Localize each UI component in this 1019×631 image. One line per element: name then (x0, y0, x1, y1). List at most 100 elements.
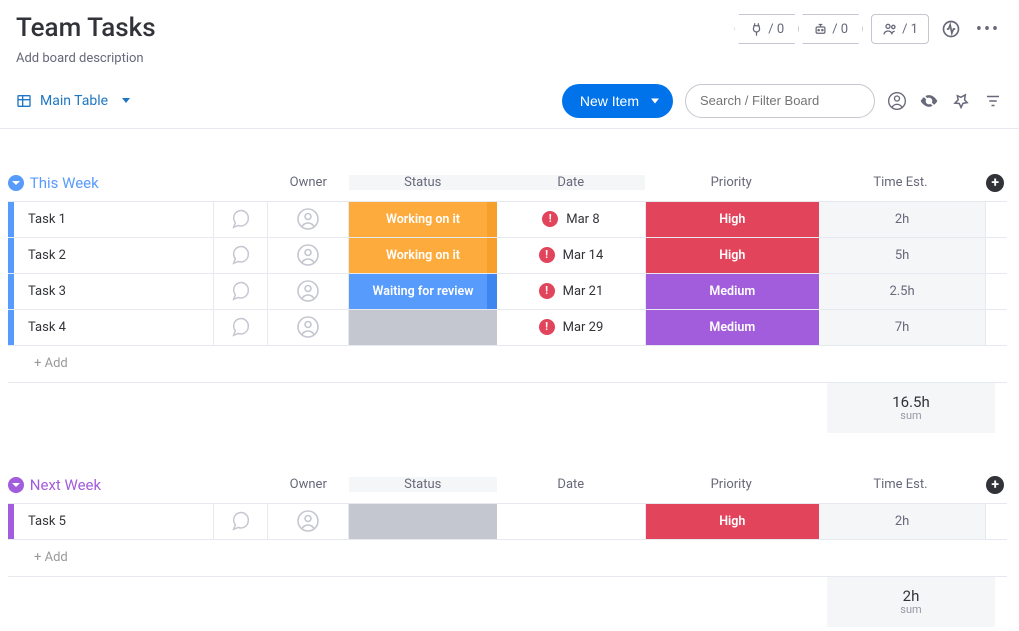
automations-count: / 0 (832, 22, 848, 37)
members-button[interactable]: / 1 (871, 14, 929, 44)
status-cell[interactable]: Working on it (349, 238, 497, 273)
time-cell[interactable]: 2h (819, 504, 985, 539)
status-cell[interactable] (349, 504, 497, 539)
priority-cell[interactable]: High (646, 202, 819, 237)
activity-button[interactable] (937, 14, 965, 44)
board-description[interactable]: Add board description (16, 51, 156, 66)
date-cell[interactable] (497, 504, 645, 539)
column-header-priority[interactable]: Priority (645, 175, 818, 190)
filter-icon (984, 92, 1002, 110)
status-fold-accent (487, 202, 497, 237)
status-fold-accent (487, 238, 497, 273)
new-item-button[interactable]: New Item (562, 84, 673, 118)
time-cell[interactable]: 7h (819, 310, 985, 345)
owner-cell[interactable] (268, 202, 349, 237)
view-selector[interactable]: Main Table (16, 93, 130, 109)
chat-button[interactable] (214, 504, 267, 539)
chat-icon (229, 280, 251, 302)
add-column-button[interactable]: + (986, 476, 1004, 494)
integrations-button[interactable]: / 0 (734, 14, 799, 44)
add-item-row[interactable]: + Add (8, 346, 1007, 382)
chat-button[interactable] (214, 310, 267, 345)
owner-cell[interactable] (268, 274, 349, 309)
priority-cell[interactable]: Medium (646, 310, 819, 345)
status-cell[interactable] (349, 310, 497, 345)
priority-cell[interactable]: High (646, 238, 819, 273)
date-text: Mar 29 (563, 320, 604, 335)
chevron-down-icon (122, 98, 130, 103)
date-cell[interactable]: Mar 8 (497, 202, 645, 237)
search-input[interactable] (685, 84, 875, 118)
time-cell[interactable]: 2.5h (819, 274, 985, 309)
group-title[interactable]: Next Week (30, 476, 268, 494)
add-item-label: + Add (14, 356, 68, 371)
group-title[interactable]: This Week (30, 174, 268, 192)
priority-cell[interactable]: Medium (646, 274, 819, 309)
time-cell[interactable]: 2h (819, 202, 985, 237)
column-header-date[interactable]: Date (497, 175, 645, 190)
column-header-owner[interactable]: Owner (268, 175, 349, 190)
person-circle-icon (887, 90, 907, 112)
owner-cell[interactable] (268, 310, 349, 345)
pin-button[interactable] (951, 91, 971, 111)
time-cell[interactable]: 5h (819, 238, 985, 273)
table-row[interactable]: Task 3 Waiting for reviewMar 21Medium2.5h (8, 274, 1007, 310)
row-end (985, 238, 1007, 273)
person-filter-button[interactable] (887, 91, 907, 111)
chat-button[interactable] (214, 238, 267, 273)
status-fold-accent (487, 274, 497, 309)
board-title[interactable]: Team Tasks (16, 14, 156, 43)
chat-icon (229, 244, 251, 266)
person-placeholder-icon (296, 243, 320, 267)
hide-button[interactable] (919, 91, 939, 111)
table-row[interactable]: Task 5 High2h (8, 504, 1007, 540)
table-row[interactable]: Task 1 Working on it Mar 8 High2h (8, 202, 1007, 238)
pin-icon (952, 92, 970, 110)
column-header-priority[interactable]: Priority (645, 477, 818, 492)
owner-cell[interactable] (268, 238, 349, 273)
automations-button[interactable]: / 0 (798, 14, 863, 44)
deadline-alert-icon (539, 319, 555, 335)
column-header-status[interactable]: Status (349, 175, 497, 190)
view-name: Main Table (40, 93, 108, 109)
chat-button[interactable] (214, 202, 267, 237)
item-name-cell[interactable]: Task 3 (14, 274, 214, 309)
date-cell[interactable]: Mar 14 (497, 238, 645, 273)
status-cell[interactable]: Waiting for review (349, 274, 497, 309)
time-sum-cell: 16.5hsum (827, 383, 995, 433)
owner-cell[interactable] (268, 504, 349, 539)
status-cell[interactable]: Working on it (349, 202, 497, 237)
table-row[interactable]: Task 4 Mar 29 Medium7h (8, 310, 1007, 346)
group-collapse-toggle[interactable] (8, 175, 24, 191)
date-cell[interactable]: Mar 29 (497, 310, 645, 345)
filter-button[interactable] (983, 91, 1003, 111)
group-collapse-toggle[interactable] (8, 477, 24, 493)
column-header-date[interactable]: Date (497, 477, 645, 492)
priority-cell[interactable]: High (646, 504, 819, 539)
table-icon (16, 93, 32, 109)
column-header-status[interactable]: Status (349, 477, 497, 492)
date-cell[interactable]: Mar 21 (497, 274, 645, 309)
item-name-cell[interactable]: Task 4 (14, 310, 214, 345)
deadline-alert-icon (539, 283, 555, 299)
row-end (985, 202, 1007, 237)
time-sum-cell: 2hsum (827, 577, 995, 627)
chat-icon (229, 316, 251, 338)
add-item-row[interactable]: + Add (8, 540, 1007, 576)
item-name-cell[interactable]: Task 2 (14, 238, 214, 273)
item-name-cell[interactable]: Task 1 (14, 202, 214, 237)
chat-icon (229, 510, 251, 532)
members-count: / 1 (902, 22, 918, 37)
date-text: Mar 8 (566, 212, 599, 227)
deadline-alert-icon (542, 211, 558, 227)
column-header-time[interactable]: Time Est. (818, 175, 984, 190)
table-row[interactable]: Task 2 Working on itMar 14High5h (8, 238, 1007, 274)
more-menu-button[interactable]: ••• (973, 14, 1003, 44)
time-sum-label: sum (900, 603, 921, 616)
column-header-owner[interactable]: Owner (268, 477, 349, 492)
item-name-cell[interactable]: Task 5 (14, 504, 214, 539)
chat-button[interactable] (214, 274, 267, 309)
column-header-time[interactable]: Time Est. (818, 477, 984, 492)
add-column-button[interactable]: + (986, 174, 1004, 192)
plug-icon (749, 22, 764, 37)
